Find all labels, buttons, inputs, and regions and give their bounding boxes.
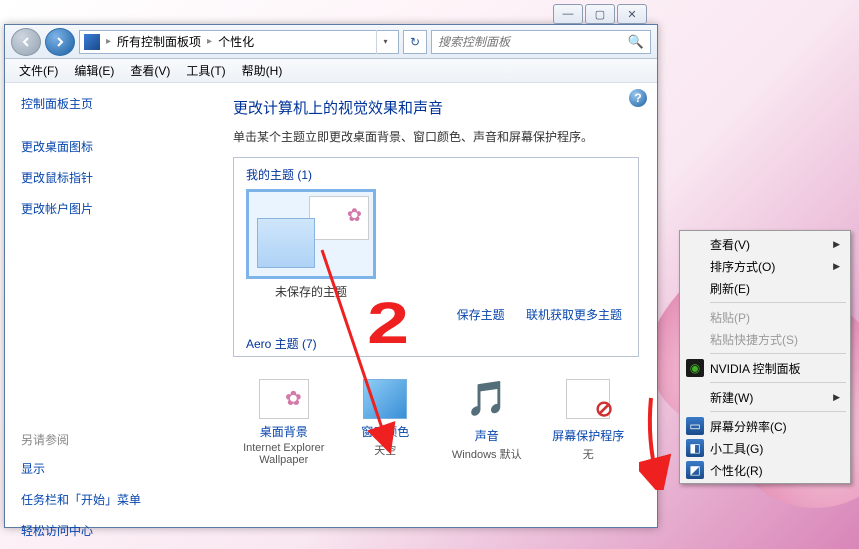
breadcrumb-personalization[interactable]: 个性化 (218, 33, 254, 50)
refresh-button[interactable]: ↻ (403, 30, 427, 54)
theme-thumbnail (246, 189, 376, 279)
ctx-gadgets[interactable]: ◧小工具(G) (682, 437, 848, 459)
sidebar-desktop-icons[interactable]: 更改桌面图标 (21, 138, 199, 155)
breadcrumb-sep-icon: ▸ (106, 36, 111, 47)
ctx-personalize[interactable]: ◩个性化(R) (682, 459, 848, 481)
menu-bar: 文件(F) 编辑(E) 查看(V) 工具(T) 帮助(H) (5, 59, 657, 83)
sound-sub: Windows 默认 (439, 446, 535, 462)
ctx-divider (710, 382, 846, 383)
sidebar-account-picture[interactable]: 更改帐户图片 (21, 200, 199, 217)
minimize-button[interactable]: — (553, 4, 583, 24)
submenu-arrow-icon: ▶ (833, 392, 840, 403)
color-sub: 天空 (337, 442, 433, 458)
address-field[interactable]: ▸ 所有控制面板项 ▸ 个性化 ▾ (79, 30, 399, 54)
themes-panel: 我的主题 (1) 未保存的主题 保存主题 联机获取更多主题 Aero 主题 (7… (233, 157, 639, 357)
sound-icon: 🎵 (461, 379, 513, 423)
address-bar: ▸ 所有控制面板项 ▸ 个性化 ▾ ↻ 🔍 (5, 25, 657, 59)
aero-themes-label: Aero 主题 (7) (246, 335, 626, 357)
sidebar-display[interactable]: 显示 (21, 460, 199, 477)
screensaver-icon (562, 379, 614, 423)
personalize-icon: ◩ (686, 461, 704, 479)
ctx-divider (710, 411, 846, 412)
sidebar-ease-of-access[interactable]: 轻松访问中心 (21, 522, 199, 539)
sound-option[interactable]: 🎵 声音 Windows 默认 (439, 379, 535, 466)
ctx-divider (710, 302, 846, 303)
ctx-view[interactable]: 查看(V)▶ (682, 233, 848, 255)
page-title: 更改计算机上的视觉效果和声音 (233, 97, 639, 118)
control-panel-icon (84, 34, 100, 50)
see-also-heading: 另请参阅 (21, 431, 199, 448)
theme-unsaved[interactable]: 未保存的主题 (246, 189, 376, 300)
wallpaper-icon (259, 379, 309, 419)
ctx-paste-shortcut: 粘贴快捷方式(S) (682, 328, 848, 350)
bottom-options-row: 桌面背景 Internet Explorer Wallpaper 窗口颜色 天空… (233, 379, 639, 466)
maximize-button[interactable]: ▢ (585, 4, 615, 24)
search-field[interactable]: 🔍 (431, 30, 651, 54)
search-icon[interactable]: 🔍 (628, 34, 644, 50)
ctx-refresh[interactable]: 刷新(E) (682, 277, 848, 299)
submenu-arrow-icon: ▶ (833, 239, 840, 250)
page-subtitle: 单击某个主题立即更改桌面背景、窗口颜色、声音和屏幕保护程序。 (233, 128, 639, 145)
sidebar-mouse-pointers[interactable]: 更改鼠标指针 (21, 169, 199, 186)
sidebar: 控制面板主页 更改桌面图标 更改鼠标指针 更改帐户图片 另请参阅 显示 任务栏和… (5, 83, 215, 527)
content-area: 更改计算机上的视觉效果和声音 单击某个主题立即更改桌面背景、窗口颜色、声音和屏幕… (215, 83, 657, 527)
gadget-icon: ◧ (686, 439, 704, 457)
search-input[interactable] (438, 35, 628, 49)
ctx-divider (710, 353, 846, 354)
close-button[interactable]: ✕ (617, 4, 647, 24)
window-controls: — ▢ ✕ (553, 4, 647, 24)
ctx-resolution[interactable]: ▭屏幕分辨率(C) (682, 415, 848, 437)
ctx-paste: 粘贴(P) (682, 306, 848, 328)
menu-edit[interactable]: 编辑(E) (66, 62, 122, 79)
submenu-arrow-icon: ▶ (833, 261, 840, 272)
screensaver-option[interactable]: 屏幕保护程序 无 (540, 379, 636, 466)
theme-name-label: 未保存的主题 (246, 283, 376, 300)
desktop-context-menu: 查看(V)▶ 排序方式(O)▶ 刷新(E) 粘贴(P) 粘贴快捷方式(S) ◉N… (679, 230, 851, 484)
ctx-sort[interactable]: 排序方式(O)▶ (682, 255, 848, 277)
address-dropdown-icon[interactable]: ▾ (376, 30, 394, 54)
sidebar-taskbar[interactable]: 任务栏和「开始」菜单 (21, 491, 199, 508)
wallpaper-label: 桌面背景 (236, 423, 332, 440)
ctx-new[interactable]: 新建(W)▶ (682, 386, 848, 408)
screensaver-sub: 无 (540, 446, 636, 462)
save-theme-link[interactable]: 保存主题 (457, 308, 505, 322)
breadcrumb-all-items[interactable]: 所有控制面板项 (117, 33, 201, 50)
color-label: 窗口颜色 (337, 423, 433, 440)
screensaver-label: 屏幕保护程序 (540, 427, 636, 444)
get-more-themes-link[interactable]: 联机获取更多主题 (526, 308, 622, 322)
control-panel-window: ▸ 所有控制面板项 ▸ 个性化 ▾ ↻ 🔍 文件(F) 编辑(E) 查看(V) … (4, 24, 658, 528)
resolution-icon: ▭ (686, 417, 704, 435)
wallpaper-sub: Internet Explorer Wallpaper (236, 442, 332, 466)
sound-label: 声音 (439, 427, 535, 444)
forward-button[interactable] (45, 28, 75, 56)
menu-view[interactable]: 查看(V) (122, 62, 178, 79)
color-icon (363, 379, 407, 419)
window-color-option[interactable]: 窗口颜色 天空 (337, 379, 433, 466)
menu-help[interactable]: 帮助(H) (234, 62, 291, 79)
back-button[interactable] (11, 28, 41, 56)
sidebar-home[interactable]: 控制面板主页 (21, 95, 199, 112)
breadcrumb-sep-icon: ▸ (207, 36, 212, 47)
ctx-nvidia[interactable]: ◉NVIDIA 控制面板 (682, 357, 848, 379)
nvidia-icon: ◉ (686, 359, 704, 377)
menu-file[interactable]: 文件(F) (11, 62, 66, 79)
my-themes-label: 我的主题 (1) (246, 166, 626, 183)
menu-tools[interactable]: 工具(T) (178, 62, 233, 79)
desktop-background-option[interactable]: 桌面背景 Internet Explorer Wallpaper (236, 379, 332, 466)
